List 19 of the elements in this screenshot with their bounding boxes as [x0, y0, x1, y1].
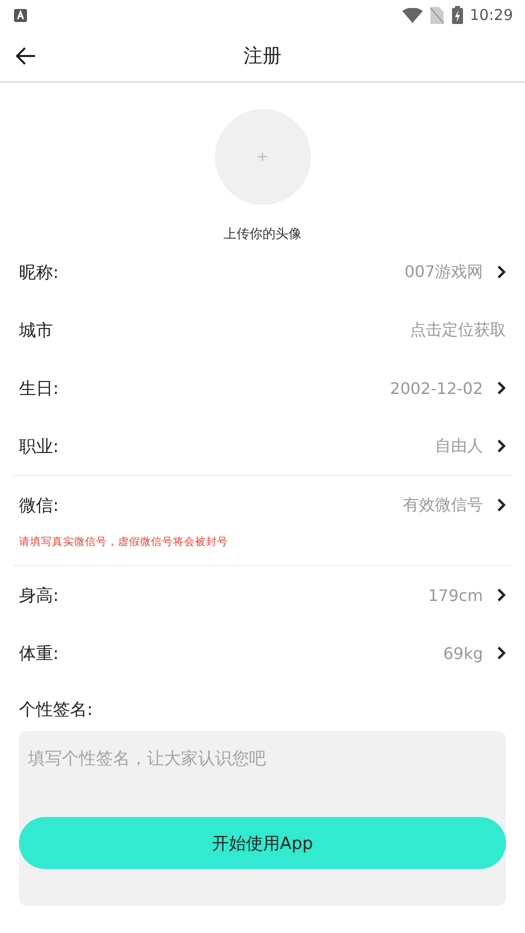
start-button[interactable]: 开始使用App	[19, 817, 506, 869]
form-row[interactable]: 昵称: 007游戏网	[19, 243, 506, 301]
status-time: 10:29	[470, 6, 513, 24]
avatar-caption: 上传你的头像	[224, 226, 302, 243]
battery-charging-icon	[452, 6, 463, 24]
form-row[interactable]: 微信: 有效微信号	[19, 476, 506, 534]
signature-label: 个性签名:	[18, 699, 94, 722]
form-row[interactable]: 职业: 自由人	[19, 417, 506, 475]
form-row[interactable]: 体重: 69kg	[19, 624, 506, 682]
signature-field[interactable]: 填写个性签名，让大家认识您吧	[19, 731, 506, 813]
back-arrow-icon[interactable]	[16, 47, 36, 65]
form-row[interactable]: 身高: 179cm	[19, 566, 506, 624]
page-title: 注册	[244, 44, 282, 68]
wifi-icon	[402, 8, 423, 22]
warning-note: 请填写真实微信号，虚假微信号将会被封号	[19, 535, 229, 550]
form-row[interactable]: 生日: 2002-12-02	[19, 359, 506, 417]
app-notification-icon	[14, 8, 27, 22]
form-row[interactable]: 城市 点击定位获取	[19, 301, 506, 359]
no-sim-icon	[430, 6, 444, 24]
